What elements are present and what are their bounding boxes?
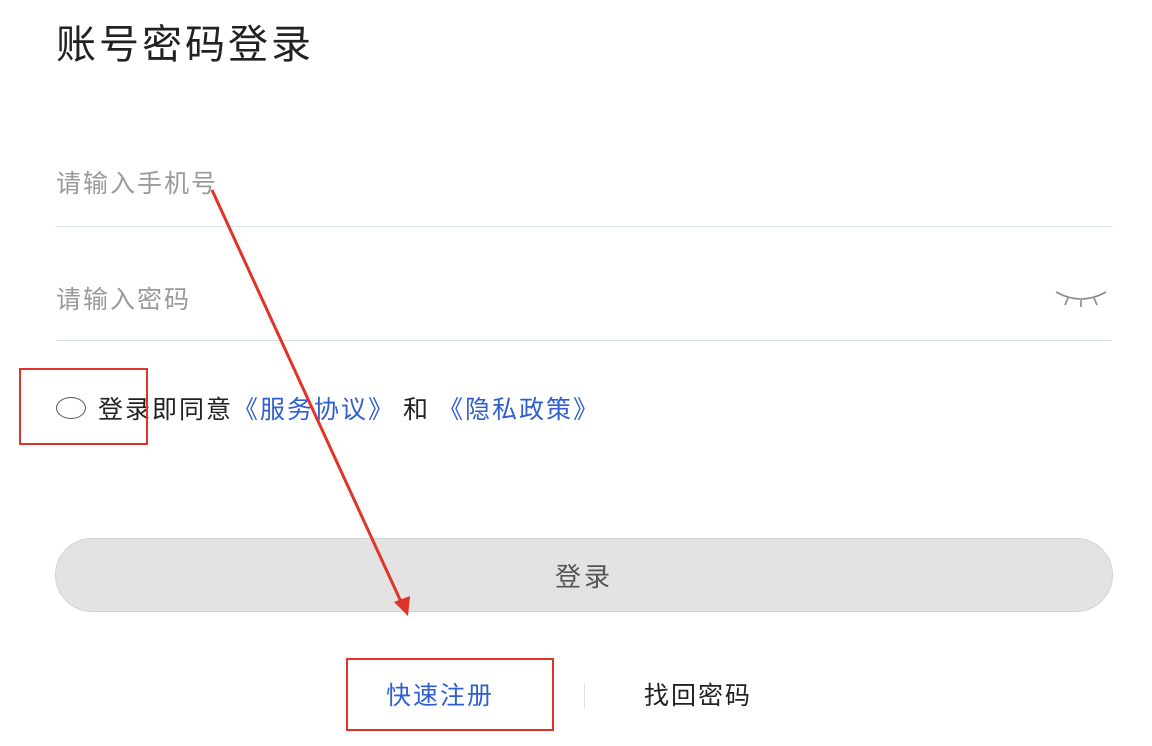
annotation-box-radio [19,368,148,445]
service-agreement-link[interactable]: 《服务协议》 [233,390,395,426]
phone-field [56,152,1112,227]
password-input[interactable] [56,266,1016,332]
forgot-password-link[interactable]: 找回密码 [644,676,752,716]
password-field [56,266,1112,341]
privacy-policy-link[interactable]: 《隐私政策》 [438,390,600,426]
page-title: 账号密码登录 [56,22,314,68]
agreement-and-text: 和 [403,395,431,424]
phone-input[interactable] [56,152,1016,214]
annotation-arrow [210,189,410,616]
annotation-box-register [346,658,554,731]
login-button[interactable]: 登录 [55,538,1113,612]
eye-closed-icon[interactable] [1054,288,1108,310]
divider [584,684,585,708]
